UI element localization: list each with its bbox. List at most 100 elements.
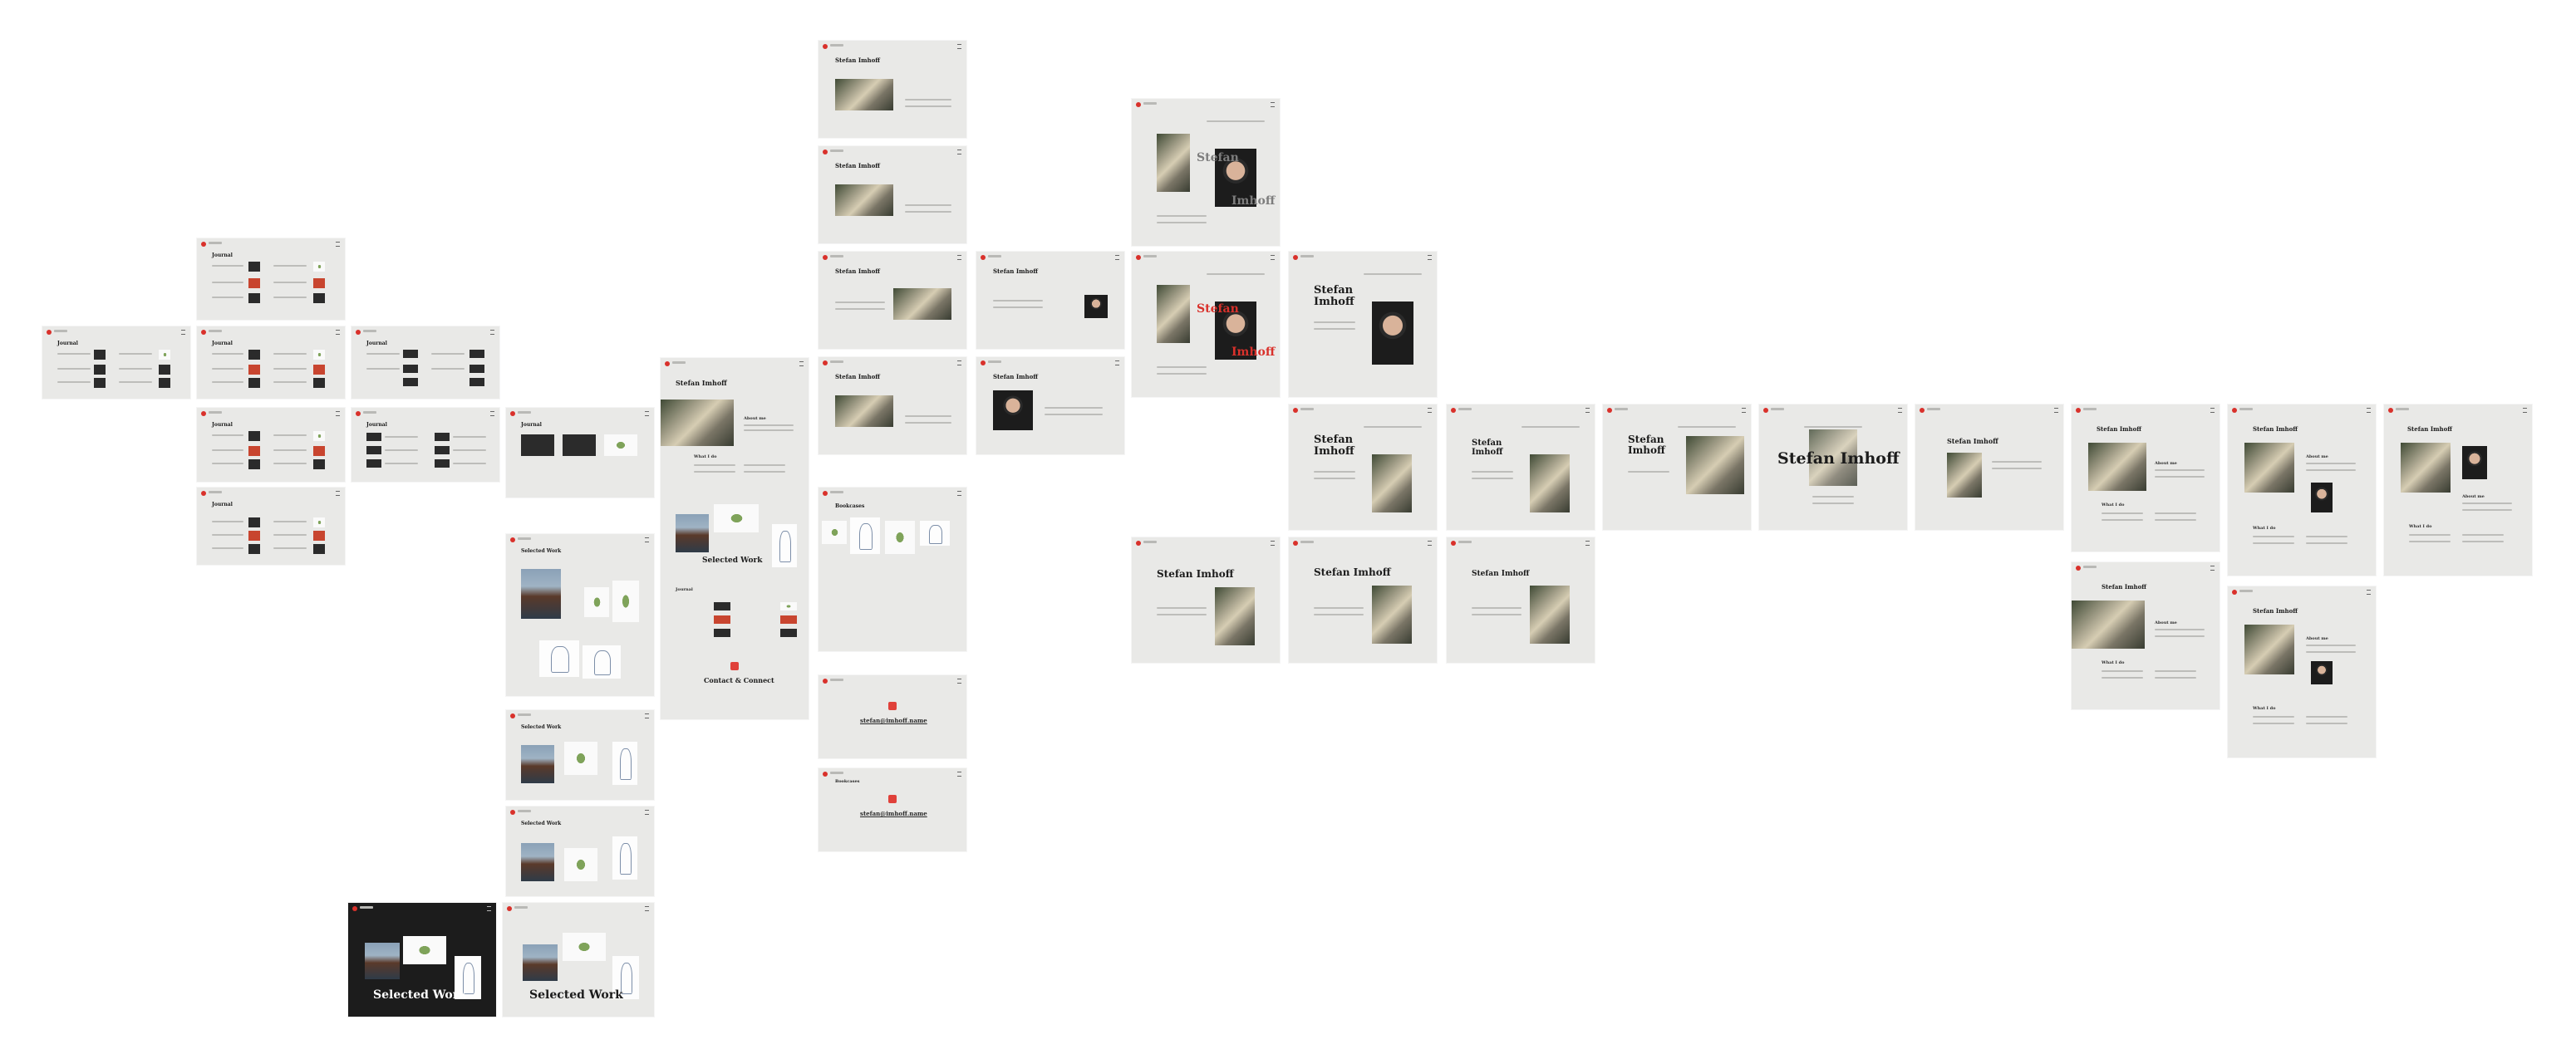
thumbnail[interactable] [159,365,170,375]
thumbnail[interactable] [313,531,325,541]
work-image[interactable] [772,524,797,567]
thumbnail[interactable] [435,446,450,454]
hero-image[interactable] [1686,436,1744,494]
thumbnail[interactable] [435,459,450,468]
thumbnail[interactable] [469,378,484,386]
frame-journal-2[interactable]: Journal [197,326,345,399]
menu-icon[interactable] [2367,408,2371,413]
thumbnail[interactable] [313,431,325,441]
menu-icon[interactable] [2210,566,2215,571]
hero-image[interactable] [1530,586,1570,644]
menu-icon[interactable] [2054,408,2058,413]
menu-icon[interactable] [1585,408,1590,413]
thumbnail[interactable] [94,350,106,360]
menu-icon[interactable] [1271,541,1275,546]
frame-hero-split-1[interactable]: Stefan Imhoff [1132,537,1280,663]
menu-icon[interactable] [2523,408,2527,413]
menu-icon[interactable] [1742,408,1746,413]
menu-icon[interactable] [336,491,340,496]
thumbnail[interactable] [366,433,381,441]
hero-image[interactable] [835,395,893,427]
hero-image[interactable] [1215,587,1255,645]
thumbnail[interactable] [313,544,325,554]
frame-hero-stacked-bike-2[interactable]: Stefan Imhoff [1447,404,1595,530]
thumbnail[interactable] [521,434,554,456]
thumbnail[interactable] [248,544,260,554]
work-image[interactable] [523,944,558,981]
hero-image[interactable] [835,184,893,216]
thumbnail[interactable] [435,433,450,441]
thumbnail[interactable] [469,350,484,358]
thumbnail[interactable] [313,446,325,456]
menu-icon[interactable] [336,330,340,335]
hero-image[interactable] [661,400,734,446]
thumbnail[interactable] [366,459,381,468]
frame-about-4[interactable]: Stefan Imhoff About me What I do [2228,586,2376,757]
thumbnail[interactable] [248,517,260,527]
frame-hero-stacked-bike-1[interactable]: Stefan Imhoff [1289,404,1437,530]
work-image[interactable] [612,581,639,622]
frame-selected-work-1[interactable]: Selected Work [506,534,654,696]
thumbnail[interactable] [313,262,325,272]
work-image[interactable] [583,645,621,679]
thumbnail[interactable] [403,365,418,373]
menu-icon[interactable] [957,491,961,496]
frame-about-5[interactable]: Stefan Imhoff About me What I do [2384,404,2532,576]
thumbnail[interactable] [248,293,260,303]
thumbnail[interactable] [714,602,730,610]
thumbnail[interactable] [403,378,418,386]
thumbnail[interactable] [469,365,484,373]
hero-image[interactable] [893,288,951,320]
email-link[interactable]: stefan@imhoff.name [860,717,927,724]
thumbnail[interactable] [248,365,260,375]
frame-journal-wide-1[interactable]: Journal [42,326,190,399]
book-image[interactable] [822,521,847,544]
menu-icon[interactable] [2367,590,2371,595]
menu-icon[interactable] [645,713,649,718]
menu-icon[interactable] [336,411,340,416]
frame-header-portrait-2[interactable]: Stefan Imhoff [976,357,1124,454]
thumbnail[interactable] [248,278,260,288]
frame-about-3[interactable]: Stefan Imhoff About me What I do [2228,404,2376,576]
frame-journal-dark-2[interactable]: Journal [351,408,499,482]
work-image[interactable] [365,943,400,979]
menu-icon[interactable] [1115,360,1119,365]
hero-image[interactable] [1530,454,1570,512]
menu-icon[interactable] [336,242,340,247]
frame-contact-2[interactable]: Bookcases stefan@imhoff.name [819,768,966,851]
frame-journal-4[interactable]: Journal [197,488,345,565]
menu-icon[interactable] [957,44,961,49]
thumbnail[interactable] [248,446,260,456]
portrait-image[interactable] [1372,302,1413,365]
work-image[interactable] [403,936,446,964]
hero-image[interactable] [835,79,893,110]
work-image[interactable] [539,640,579,677]
work-image[interactable] [564,848,597,881]
frame-header-1[interactable]: Stefan Imhoff [819,41,966,138]
thumbnail[interactable] [313,459,325,469]
thumbnail[interactable] [780,602,797,610]
hero-image[interactable] [1157,285,1190,343]
portrait-image[interactable] [993,390,1033,430]
hero-image[interactable] [2072,601,2145,649]
thumbnail[interactable] [313,278,325,288]
frame-journal-dark-1[interactable]: Journal [351,326,499,399]
book-image[interactable] [920,521,950,546]
work-image[interactable] [714,504,759,532]
menu-icon[interactable] [1428,408,1432,413]
hero-image[interactable] [2244,625,2294,674]
hero-image[interactable] [1947,453,1982,498]
menu-icon[interactable] [957,360,961,365]
frame-header-3[interactable]: Stefan Imhoff [819,252,966,349]
thumbnail[interactable] [780,629,797,637]
thumbnail[interactable] [159,350,170,360]
work-image[interactable] [584,587,609,617]
thumbnail[interactable] [563,434,596,456]
menu-icon[interactable] [2210,408,2215,413]
frame-selected-work-light[interactable]: Selected Work [503,903,654,1017]
menu-icon[interactable] [957,150,961,154]
thumbnail[interactable] [248,262,260,272]
work-image[interactable] [521,843,554,881]
hero-image[interactable] [2401,443,2451,493]
frame-full-homepage[interactable]: Stefan Imhoff About me What I do Selecte… [661,358,809,719]
